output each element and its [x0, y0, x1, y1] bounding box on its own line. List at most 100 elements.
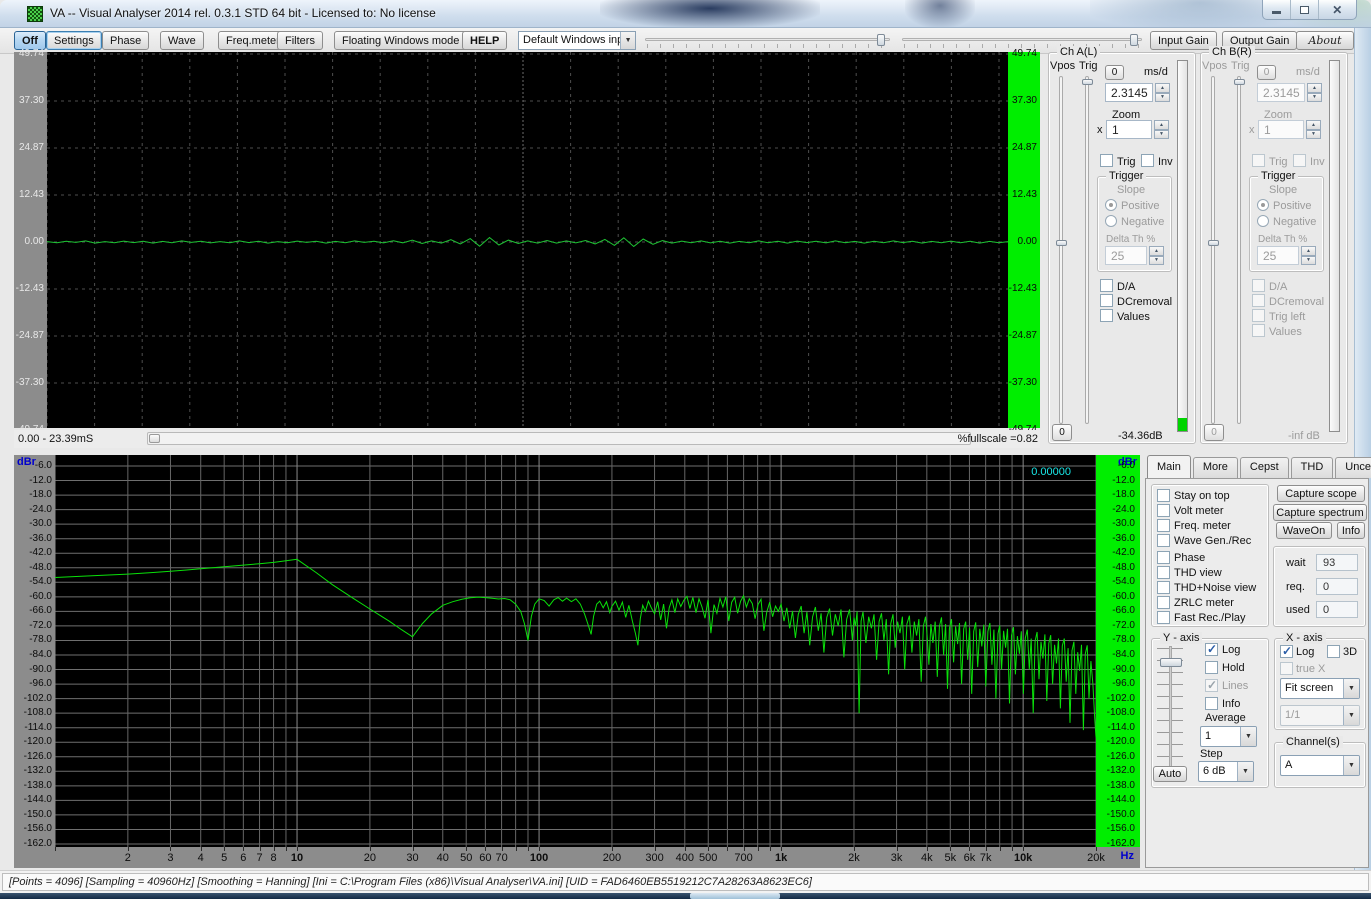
channel-b-delta-value[interactable]: 25 — [1257, 246, 1299, 265]
lines-checkbox[interactable] — [1205, 679, 1218, 692]
channel-a-msd-spinner[interactable]: ▲▼ — [1155, 83, 1170, 102]
spin-up-icon[interactable]: ▲ — [1155, 83, 1170, 93]
channel-a-inv-checkbox[interactable] — [1141, 154, 1154, 167]
channel-a-trig-checkbox[interactable] — [1100, 154, 1113, 167]
auto-button[interactable]: Auto — [1153, 766, 1187, 782]
channel-a-slope-negative-radio[interactable] — [1105, 215, 1117, 227]
channel-dropdown[interactable]: A ▼ — [1280, 755, 1360, 776]
average-dropdown[interactable]: 1 ▼ — [1200, 726, 1257, 747]
channel-b-slope-negative-radio[interactable] — [1257, 215, 1269, 227]
channel-b-zoom-spinner[interactable]: ▲▼ — [1306, 120, 1321, 139]
slider-thumb[interactable] — [1056, 240, 1067, 246]
channel-b-msd-spinner[interactable]: ▲▼ — [1307, 83, 1322, 102]
spin-up-icon[interactable]: ▲ — [1306, 120, 1321, 130]
phase-checkbox[interactable] — [1157, 551, 1170, 564]
wave-on-button[interactable]: WaveOn — [1276, 522, 1332, 539]
spin-down-icon[interactable]: ▼ — [1306, 130, 1321, 140]
volt-meter-checkbox[interactable] — [1157, 504, 1170, 517]
x-3d-checkbox[interactable] — [1327, 645, 1340, 658]
channel-b-trig-checkbox[interactable] — [1252, 154, 1265, 167]
channel-b-offset-zero-button[interactable]: 0 — [1257, 65, 1276, 80]
spin-down-icon[interactable]: ▼ — [1307, 93, 1322, 103]
slider-thumb[interactable] — [1208, 240, 1219, 246]
channel-a-delta-spinner[interactable]: ▲▼ — [1149, 246, 1164, 265]
y-log-checkbox[interactable] — [1205, 643, 1218, 656]
fast-rec-play-checkbox[interactable] — [1157, 611, 1170, 624]
floating-windows-mode-button[interactable]: Floating Windows mode — [334, 31, 467, 50]
channel-a-trig-slider[interactable] — [1085, 76, 1089, 424]
tab-main[interactable]: Main — [1147, 455, 1191, 478]
wave-gen-checkbox[interactable] — [1157, 534, 1170, 547]
spin-down-icon[interactable]: ▼ — [1154, 130, 1169, 140]
taskbar-window-thumbnail[interactable] — [690, 893, 780, 899]
channel-b-slope-positive-radio[interactable] — [1257, 199, 1269, 211]
channel-a-slope-positive-radio[interactable] — [1105, 199, 1117, 211]
channel-b-inv-checkbox[interactable] — [1293, 154, 1306, 167]
slider-thumb[interactable] — [1234, 79, 1245, 85]
input-device-dropdown[interactable]: Default Windows inp ▼ — [518, 31, 636, 50]
slider-thumb[interactable] — [1082, 79, 1093, 85]
filters-button[interactable]: Filters — [277, 31, 323, 50]
info-button[interactable]: Info — [1337, 522, 1365, 539]
channel-b-da-checkbox[interactable] — [1252, 279, 1265, 292]
channel-a-offset-zero-button[interactable]: 0 — [1105, 65, 1124, 80]
freq-meter-checkbox[interactable] — [1157, 519, 1170, 532]
tab-more[interactable]: More — [1193, 457, 1238, 478]
windows-taskbar[interactable] — [0, 893, 1371, 899]
spin-down-icon[interactable]: ▼ — [1155, 93, 1170, 103]
spin-down-icon[interactable]: ▼ — [1149, 256, 1164, 266]
scope-scrollbar-thumb[interactable] — [149, 434, 160, 443]
phase-button[interactable]: Phase — [102, 31, 149, 50]
fit-screen-dropdown[interactable]: Fit screen ▼ — [1280, 678, 1360, 699]
spin-up-icon[interactable]: ▲ — [1149, 246, 1164, 256]
spin-down-icon[interactable]: ▼ — [1301, 256, 1316, 266]
tab-thd[interactable]: THD — [1291, 457, 1334, 478]
tab-uncert[interactable]: Uncert — [1335, 457, 1371, 478]
spin-up-icon[interactable]: ▲ — [1307, 83, 1322, 93]
spin-up-icon[interactable]: ▲ — [1301, 246, 1316, 256]
channel-a-values-checkbox[interactable] — [1100, 309, 1113, 322]
wave-button[interactable]: Wave — [160, 31, 204, 50]
capture-spectrum-button[interactable]: Capture spectrum — [1273, 504, 1367, 521]
spectrum-plot[interactable]: 0.00000 — [55, 455, 1096, 847]
slider-thumb[interactable] — [1130, 34, 1138, 46]
channel-b-vpos-slider[interactable] — [1211, 76, 1215, 424]
channel-b-trig-left-checkbox[interactable] — [1252, 309, 1265, 322]
minimize-button[interactable] — [1263, 0, 1291, 19]
title-bar[interactable]: VA -- Visual Analyser 2014 rel. 0.3.1 ST… — [0, 0, 1371, 28]
channel-a-msd-value[interactable]: 2.3145 — [1105, 83, 1153, 102]
step-dropdown[interactable]: 6 dB ▼ — [1198, 761, 1254, 782]
thd-noise-view-checkbox[interactable] — [1157, 581, 1170, 594]
input-gain-button[interactable]: Input Gain — [1150, 31, 1217, 50]
channel-a-da-checkbox[interactable] — [1100, 279, 1113, 292]
hold-checkbox[interactable] — [1205, 661, 1218, 674]
info-checkbox[interactable] — [1205, 697, 1218, 710]
channel-a-zoom-value[interactable]: 1 — [1106, 120, 1152, 139]
restore-button[interactable] — [1291, 0, 1319, 19]
about-button[interactable]: About — [1296, 31, 1354, 50]
spin-up-icon[interactable]: ▲ — [1154, 120, 1169, 130]
channel-a-reset-button[interactable]: 0 — [1052, 424, 1072, 441]
y-axis-slider-thumb[interactable] — [1160, 658, 1182, 667]
scope-plot[interactable] — [47, 52, 1008, 428]
thd-view-checkbox[interactable] — [1157, 566, 1170, 579]
channel-b-reset-button[interactable]: 0 — [1204, 424, 1224, 441]
channel-a-vpos-slider[interactable] — [1059, 76, 1063, 424]
slider-thumb[interactable] — [877, 34, 885, 46]
close-button[interactable]: ✕ — [1319, 0, 1356, 19]
output-gain-slider[interactable] — [902, 34, 1142, 48]
channel-b-dcremoval-checkbox[interactable] — [1252, 294, 1265, 307]
channel-b-trig-slider[interactable] — [1237, 76, 1241, 424]
x-log-checkbox[interactable] — [1280, 645, 1293, 658]
zrlc-meter-checkbox[interactable] — [1157, 596, 1170, 609]
input-gain-slider[interactable] — [645, 34, 890, 48]
true-x-checkbox[interactable] — [1280, 662, 1293, 675]
channel-a-delta-value[interactable]: 25 — [1105, 246, 1147, 265]
ratio-dropdown[interactable]: 1/1 ▼ — [1280, 705, 1360, 726]
stay-on-top-checkbox[interactable] — [1157, 489, 1170, 502]
help-button[interactable]: HELP — [462, 31, 507, 50]
channel-b-values-checkbox[interactable] — [1252, 324, 1265, 337]
channel-b-delta-spinner[interactable]: ▲▼ — [1301, 246, 1316, 265]
channel-b-zoom-value[interactable]: 1 — [1258, 120, 1304, 139]
channel-a-dcremoval-checkbox[interactable] — [1100, 294, 1113, 307]
